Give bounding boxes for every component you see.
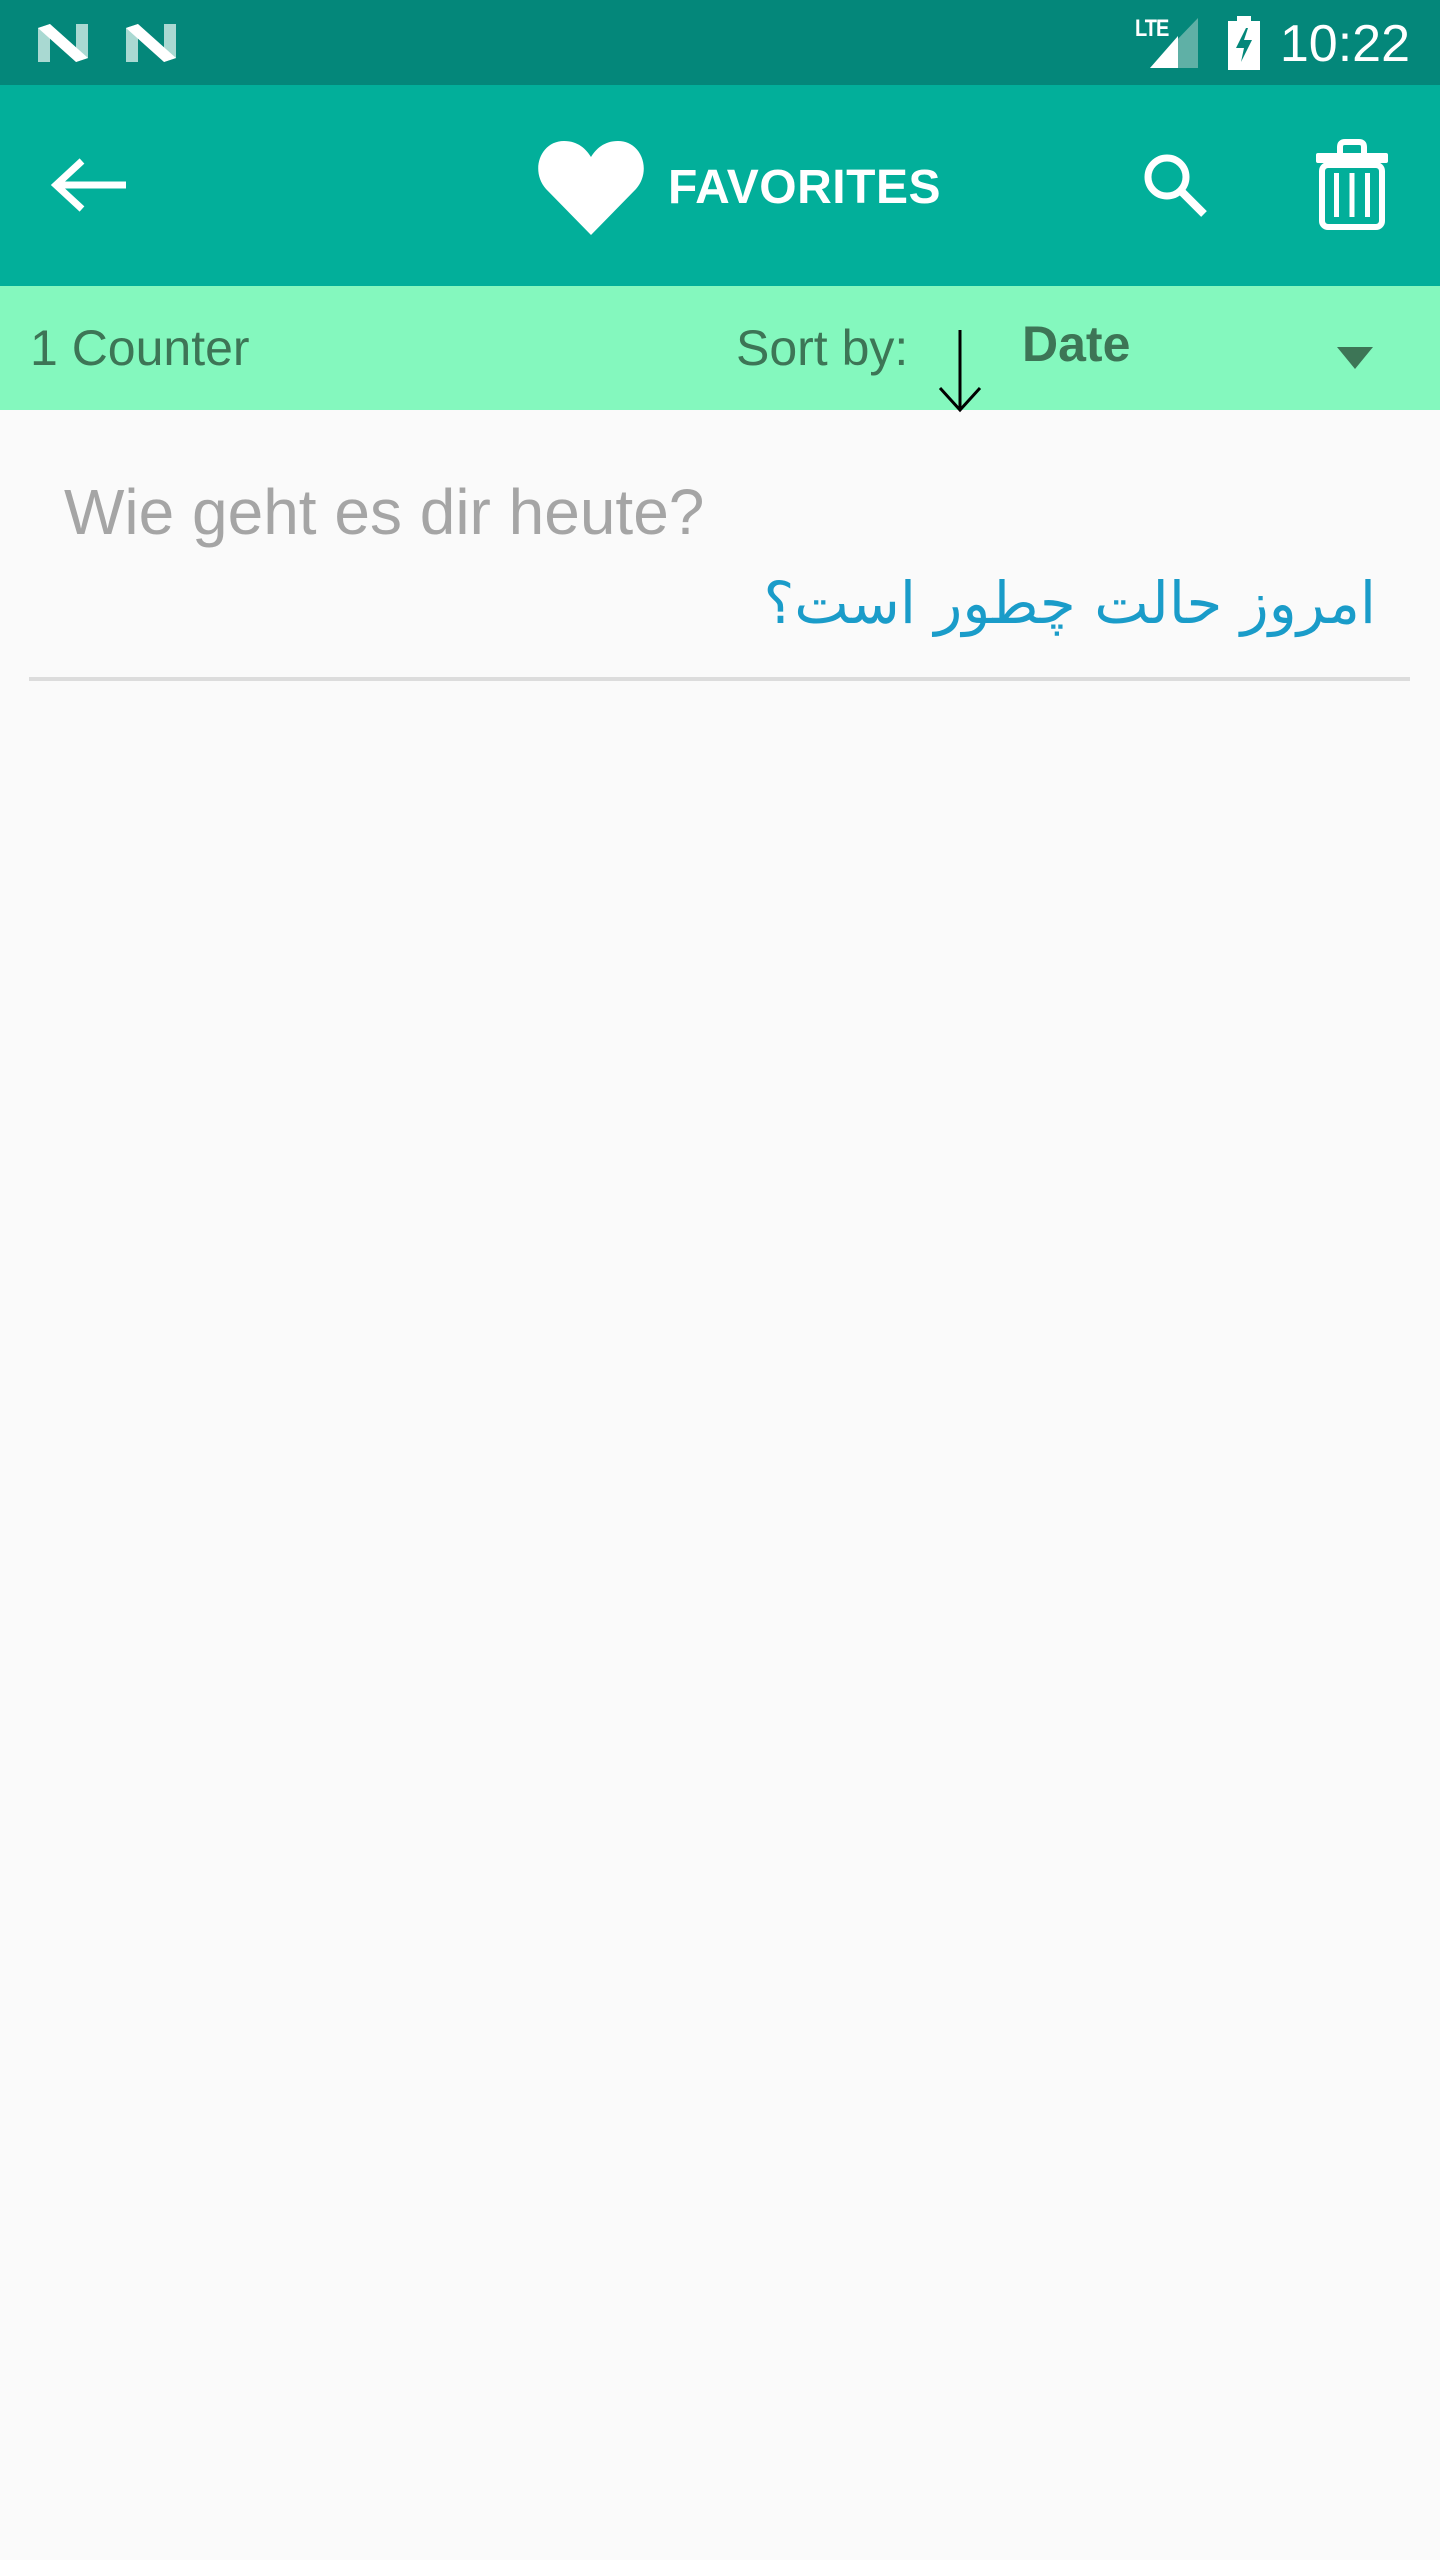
heart-icon (538, 141, 644, 235)
signal-icon (1150, 18, 1198, 68)
title-text: FAVORITES (668, 160, 941, 214)
source-phrase: Wie geht es dir heute? (64, 476, 705, 548)
sort-by-dropdown[interactable]: Date (1010, 300, 1410, 396)
toolbar: FAVORITES (0, 85, 1440, 286)
clock: 10:22 (1279, 15, 1410, 73)
page-title: FAVORITES (536, 137, 941, 237)
favorites-list: Wie geht es dir heute? امروز حالت چطور ا… (0, 410, 1440, 682)
back-button[interactable] (30, 133, 150, 237)
divider (29, 677, 1410, 681)
sort-direction-toggle[interactable] (930, 328, 990, 414)
favorites-counter: 1 Counter (30, 320, 250, 376)
translated-phrase: امروز حالت چطور است؟ (763, 569, 1376, 637)
battery-charging-icon (1228, 16, 1260, 70)
android-n-icon (38, 24, 88, 62)
arrow-back-icon (50, 158, 126, 212)
dropdown-triangle-icon (1337, 347, 1373, 369)
sort-selected-value: Date (1022, 316, 1131, 372)
sort-bar: 1 Counter Sort by: Date (0, 286, 1440, 413)
search-button[interactable] (1125, 133, 1225, 237)
trash-icon (1316, 139, 1388, 230)
delete-all-button[interactable] (1300, 133, 1404, 237)
sort-by-label: Sort by: (736, 320, 909, 376)
favorite-item[interactable]: Wie geht es dir heute? امروز حالت چطور ا… (0, 410, 1440, 682)
status-bar: LTE 10:22 (0, 0, 1440, 85)
android-n-icon (126, 24, 176, 62)
search-icon (1144, 154, 1207, 217)
arrow-down-icon (938, 330, 982, 413)
